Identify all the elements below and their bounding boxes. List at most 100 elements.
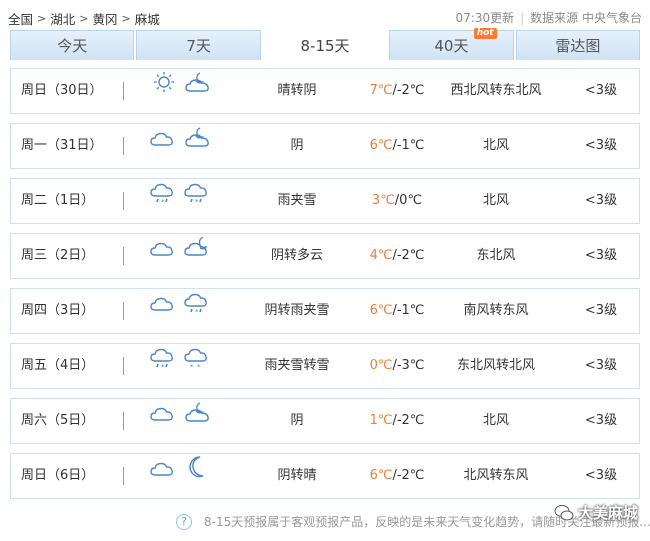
cloud-icon	[149, 289, 179, 334]
forecast-row: 周三（2日） 阴转多云 4℃/-2℃ 东北风 <3级	[10, 233, 640, 279]
temp-low: /-2℃	[392, 83, 425, 98]
cloud-icon	[149, 234, 179, 279]
forecast-row: 周一（31日） 阴 6℃/-1℃ 北风 <3级	[10, 123, 640, 169]
weather-description: 雨夹雪	[277, 193, 317, 208]
temp-high: 7℃	[369, 83, 393, 98]
divider	[123, 412, 124, 430]
tab-40days[interactable]: 40天 hot	[389, 28, 514, 60]
wind-direction: 西北风转东北风	[450, 83, 542, 98]
tab-8-15days[interactable]: 8-15天	[262, 30, 388, 60]
forecast-row: 周日（30日） 晴转阴 7℃/-2℃ 西北风转东北风 <3级	[10, 68, 640, 114]
temp-low: /-1℃	[392, 303, 425, 318]
forecast-date: 周四（3日）	[21, 303, 95, 318]
tab-label: 8-15天	[300, 37, 350, 55]
temp-low: /-2℃	[392, 248, 425, 263]
divider	[123, 357, 124, 375]
top-bar: 全国 > 湖北 > 黄冈 > 麻城 07:30更新 | 数据来源 中央气象台	[8, 6, 642, 28]
temp-low: /-2℃	[392, 468, 425, 483]
forecast-date: 周三（2日）	[21, 248, 95, 263]
breadcrumb-separator: >	[37, 12, 47, 25]
divider	[123, 247, 124, 265]
wind-direction: 南风转东风	[463, 303, 529, 318]
temp-high: 0℃	[369, 358, 393, 373]
weather-description: 阴	[290, 138, 304, 153]
temperature: 7℃/-2℃	[357, 69, 437, 113]
breadcrumb-item-province[interactable]: 湖北	[50, 9, 75, 28]
temp-low: /0℃	[394, 193, 423, 208]
forecast-row: 周六（5日） 阴 1℃/-2℃ 北风 <3级	[10, 398, 640, 444]
temp-low: /-1℃	[392, 138, 425, 153]
forecast-date: 周一（31日）	[21, 138, 103, 153]
breadcrumb-separator: >	[79, 12, 89, 25]
weather-description: 阴转多云	[270, 248, 323, 263]
weather-icons	[149, 124, 219, 168]
hot-badge: hot	[473, 28, 497, 39]
wind-direction: 东北风	[476, 248, 516, 263]
data-source: 数据来源 中央气象台	[530, 11, 642, 25]
temperature: 6℃/-2℃	[357, 454, 437, 498]
wind-level: <3级	[584, 413, 618, 428]
sleet-icon: *	[149, 344, 179, 389]
tab-7days[interactable]: 7天	[136, 30, 261, 60]
svg-text:*: *	[197, 363, 201, 370]
wind-level: <3级	[584, 358, 618, 373]
weather-description: 阴转雨夹雪	[264, 303, 330, 318]
weather-icons	[149, 399, 219, 443]
cloud-icon	[149, 399, 179, 444]
update-time: 07:30更新	[455, 11, 515, 25]
temp-high: 1℃	[369, 413, 393, 428]
temp-high: 6℃	[369, 303, 393, 318]
wind-level: <3级	[584, 248, 618, 263]
forecast-row: 周五（4日） * * * 雨夹雪转雪 0℃/-3℃ 东北风转北风 <3级	[10, 343, 640, 389]
weather-icons	[149, 454, 219, 498]
svg-text:*: *	[195, 198, 199, 205]
tab-label: 40天	[434, 37, 469, 55]
divider	[123, 82, 124, 100]
tab-radar[interactable]: 雷达图	[515, 30, 641, 60]
sleet-icon: *	[149, 179, 179, 224]
meta-divider: |	[520, 10, 525, 25]
breadcrumb: 全国 > 湖北 > 黄冈 > 麻城	[8, 9, 160, 28]
forecast-row: 周四（3日） * 阴转雨夹雪 6℃/-1℃ 南风转东风 <3级	[10, 288, 640, 334]
help-icon[interactable]: ?	[176, 513, 192, 530]
divider	[123, 302, 124, 320]
weather-icons	[149, 234, 219, 278]
tab-today[interactable]: 今天	[10, 30, 135, 60]
divider	[123, 192, 124, 210]
temperature: 6℃/-1℃	[357, 124, 437, 168]
weather-description: 阴	[290, 413, 304, 428]
sleet-icon: *	[183, 289, 213, 334]
cloud-icon	[149, 124, 179, 169]
tab-label: 7天	[186, 37, 211, 55]
breadcrumb-separator: >	[121, 12, 131, 25]
forecast-list: 周日（30日） 晴转阴 7℃/-2℃ 西北风转东北风 <3级 周一（31日） 阴…	[10, 68, 640, 508]
moon-cloud-icon	[183, 234, 213, 279]
forecast-row: 周日（6日） 阴转晴 6℃/-2℃ 北风转东风 <3级	[10, 453, 640, 499]
wechat-icon	[554, 504, 574, 520]
svg-text:*: *	[161, 198, 165, 205]
forecast-date: 周日（6日）	[21, 468, 95, 483]
temp-low: /-2℃	[392, 413, 425, 428]
cloud-icon	[149, 454, 179, 499]
weather-description: 雨夹雪转雪	[264, 358, 330, 373]
forecast-row: 周二（1日） * * 雨夹雪 3℃/0℃ 北风 <3级	[10, 178, 640, 224]
temperature: 0℃/-3℃	[357, 344, 437, 388]
temp-high: 3℃	[371, 193, 395, 208]
sun-icon	[149, 69, 179, 114]
breadcrumb-item-country[interactable]: 全国	[8, 9, 33, 28]
weather-description: 晴转阴	[277, 83, 317, 98]
breadcrumb-item-district[interactable]: 麻城	[135, 9, 160, 28]
forecast-tabs: 今天 7天 8-15天 40天 hot 雷达图	[10, 28, 641, 60]
wind-level: <3级	[584, 468, 618, 483]
wind-direction: 北风	[482, 138, 509, 153]
divider	[123, 467, 124, 485]
weather-icons: *	[149, 289, 219, 333]
wind-level: <3级	[584, 193, 618, 208]
watermark-text: 大美麻城	[577, 504, 638, 522]
forecast-date: 周二（1日）	[21, 193, 95, 208]
svg-text:*: *	[195, 308, 199, 315]
sleet-icon: *	[183, 179, 213, 224]
breadcrumb-item-city[interactable]: 黄冈	[92, 9, 117, 28]
wind-level: <3级	[584, 83, 618, 98]
weather-description: 阴转晴	[277, 468, 317, 483]
